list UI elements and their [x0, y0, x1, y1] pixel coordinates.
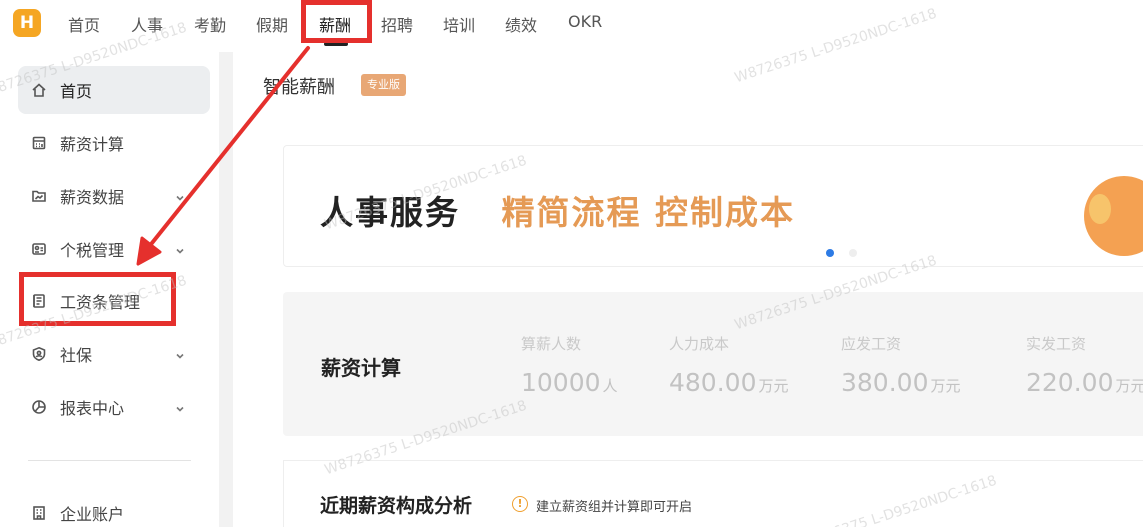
building-icon [30, 504, 48, 522]
nav-okr[interactable]: OKR [568, 12, 602, 31]
sidebar-item-label: 报表中心 [60, 399, 125, 418]
analysis-title: 近期薪资构成分析 [320, 495, 473, 517]
warning-circle-icon: ! [512, 496, 528, 512]
sidebar-scrollbar[interactable] [219, 52, 233, 527]
nav-training[interactable]: 培训 [443, 12, 475, 36]
stat-label: 人力成本 [669, 335, 730, 353]
stat-unit: 万元 [930, 377, 961, 395]
pie-chart-icon [30, 398, 48, 416]
stat-unit: 人 [602, 377, 618, 395]
stat-headcount: 算薪人数 10000 人 [521, 333, 618, 397]
tax-card-icon [30, 240, 48, 258]
stat-unit: 万元 [1115, 377, 1143, 395]
stat-value: 10000 [521, 368, 601, 397]
stat-value: 380.00 [841, 368, 929, 397]
sidebar-item-label: 企业账户 [60, 505, 125, 524]
sidebar-item-tax[interactable]: 个税管理 [18, 225, 210, 273]
nav-attendance[interactable]: 考勤 [194, 12, 226, 36]
stat-labor-cost: 人力成本 480.00 万元 [669, 333, 789, 397]
sidebar-item-social-security[interactable]: 社保 [18, 330, 210, 378]
promo-banner[interactable]: 人事服务 精简流程 控制成本 [283, 145, 1143, 267]
carousel-dot-active[interactable] [826, 249, 834, 257]
nav-recruit[interactable]: 招聘 [381, 12, 413, 36]
stat-value: 220.00 [1026, 368, 1114, 397]
carousel-dot[interactable] [849, 249, 857, 257]
nav-home[interactable]: 首页 [68, 12, 100, 36]
chart-folder-icon [30, 187, 48, 205]
chevron-down-icon[interactable] [174, 242, 188, 256]
nav-leave[interactable]: 假期 [256, 12, 288, 36]
stat-label: 应发工资 [841, 335, 902, 353]
chevron-down-icon[interactable] [174, 189, 188, 203]
shield-user-icon [30, 345, 48, 363]
sidebar-item-label: 薪资计算 [60, 135, 125, 154]
salary-calc-card[interactable]: 薪资计算 算薪人数 10000 人 人力成本 480.00 万元 应发工资 380.… [283, 292, 1143, 436]
sidebar-item-enterprise-account[interactable]: 企业账户 [18, 489, 210, 527]
chevron-down-icon[interactable] [174, 400, 188, 414]
stat-label: 实发工资 [1026, 335, 1087, 353]
sidebar-item-label: 个税管理 [60, 241, 125, 260]
app-logo[interactable]: H [13, 9, 41, 37]
sidebar-divider [28, 460, 191, 461]
page-title: 智能薪酬 [263, 77, 335, 98]
analysis-tip: 建立薪资组并计算即可开启 [536, 500, 693, 515]
sidebar-item-salary-data[interactable]: 薪资数据 [18, 172, 210, 220]
stat-gross-pay: 应发工资 380.00 万元 [841, 333, 961, 397]
calc-card-title: 薪资计算 [321, 356, 401, 380]
sidebar-item-salary-calc[interactable]: 薪资计算 [18, 119, 210, 167]
stat-value: 480.00 [669, 368, 757, 397]
banner-text-orange: 精简流程 控制成本 [501, 193, 795, 232]
nav-performance[interactable]: 绩效 [505, 12, 537, 36]
calculator-icon [30, 134, 48, 152]
sidebar-item-label: 薪资数据 [60, 188, 125, 207]
stat-label: 算薪人数 [521, 335, 582, 353]
sidebar-item-label: 社保 [60, 346, 93, 365]
chevron-down-icon[interactable] [174, 347, 188, 361]
stat-unit: 万元 [758, 377, 789, 395]
coin-icon [1089, 194, 1111, 224]
logo-letter: H [19, 13, 35, 33]
sidebar-item-label: 首页 [60, 82, 93, 101]
edition-badge: 专业版 [361, 74, 406, 96]
salary-analysis-card: 近期薪资构成分析 ! 建立薪资组并计算即可开启 [283, 460, 1143, 527]
sidebar-item-reports[interactable]: 报表中心 [18, 383, 210, 431]
payroll-highlight-box [301, 0, 372, 43]
stat-net-pay: 实发工资 220.00 万元 [1026, 333, 1143, 397]
